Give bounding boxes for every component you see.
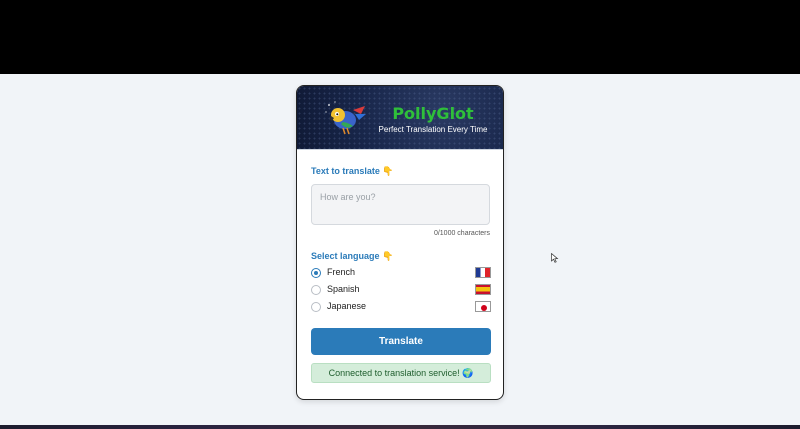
language-name[interactable]: Japanese <box>327 301 366 311</box>
translate-button[interactable]: Translate <box>311 328 491 355</box>
character-count: 0/1000 characters <box>433 230 490 237</box>
top-black-bar <box>0 0 800 74</box>
spanish-radio[interactable] <box>311 285 321 295</box>
language-label-text: Select language <box>311 251 380 261</box>
translator-card: PollyGlot Perfect Translation Every Time… <box>296 85 504 400</box>
pointing-down-icon: 👇 <box>382 166 394 176</box>
bottom-edge-strip <box>0 425 800 429</box>
select-language-label: Select language 👇 <box>311 251 393 262</box>
app-subtitle: Perfect Translation Every Time <box>378 125 488 134</box>
text-to-translate-input[interactable] <box>311 184 490 225</box>
language-option-japanese[interactable]: Japanese <box>311 301 491 315</box>
app-header: PollyGlot Perfect Translation Every Time <box>297 86 503 150</box>
connection-status-banner: Connected to translation service! 🌍 <box>311 363 491 383</box>
mouse-cursor-icon <box>551 253 559 263</box>
language-option-spanish[interactable]: Spanish <box>311 284 491 298</box>
japan-flag-icon <box>475 301 491 312</box>
text-to-translate-label: Text to translate 👇 <box>311 166 394 177</box>
language-option-french[interactable]: French <box>311 267 491 281</box>
french-radio[interactable] <box>311 268 321 278</box>
parrot-logo-icon <box>325 101 366 135</box>
france-flag-icon <box>475 267 491 278</box>
japanese-radio[interactable] <box>311 302 321 312</box>
language-name[interactable]: French <box>327 267 355 277</box>
text-label-text: Text to translate <box>311 166 380 176</box>
pointing-down-icon: 👇 <box>382 251 394 261</box>
language-name[interactable]: Spanish <box>327 284 360 294</box>
spain-flag-icon <box>475 284 491 295</box>
app-title: PollyGlot <box>392 104 474 123</box>
